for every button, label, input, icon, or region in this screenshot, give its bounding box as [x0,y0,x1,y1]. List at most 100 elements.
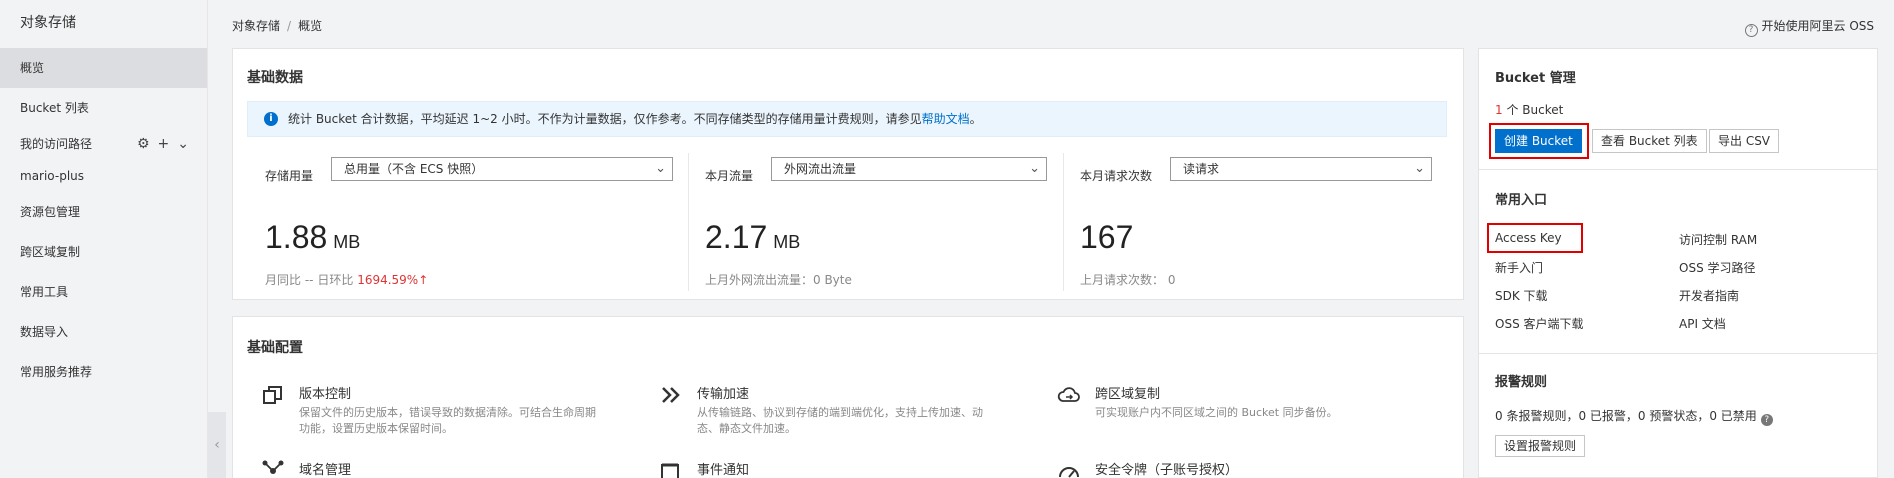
requests-label: 本月请求次数 [1080,169,1153,183]
section-divider [1479,353,1877,354]
gauge-icon [1059,467,1079,478]
network-nodes-icon [262,460,284,474]
export-csv-button[interactable]: 导出 CSV [1709,129,1780,153]
help-doc-link[interactable]: 帮助文档 [922,112,970,126]
alarm-summary: 0 条报警规则，0 已报警，0 预警状态，0 已禁用? [1495,407,1773,426]
metric-divider [1063,153,1064,291]
sidebar-item-overview[interactable]: 概览 [0,48,207,88]
traffic-type-select[interactable]: 外网流出流量 ⌄ [771,157,1047,181]
plus-icon[interactable]: + [158,136,170,152]
alarm-summary-text: 0 条报警规则，0 已报警，0 预警状态，0 已禁用 [1495,409,1757,423]
info-notice: i 统计 Bucket 合计数据，平均延迟 1~2 小时。不作为计量数据，仅作参… [247,101,1447,137]
traffic-number: 2.17 [705,219,768,255]
storage-value: 1.88 MB [265,219,360,256]
feature-event-notification[interactable]: 事件通知 [659,459,1049,478]
learning-path-link[interactable]: OSS 学习路径 [1679,259,1756,276]
storage-number: 1.88 [265,219,328,255]
feature-title: 跨区域复制 [1095,387,1161,402]
developer-guide-link[interactable]: 开发者指南 [1679,287,1739,304]
storage-select-value: 总用量（不含 ECS 快照） [344,162,484,176]
alarm-rules-title: 报警规则 [1495,375,1548,390]
set-alarm-rules-button[interactable]: 设置报警规则 [1495,435,1586,457]
get-started-link[interactable]: ? 开始使用阿里云 OSS [1744,17,1875,37]
bucket-count: 1 个 Bucket [1495,101,1563,118]
bucket-count-suffix: 个 Bucket [1502,103,1564,117]
feature-title: 事件通知 [697,463,750,478]
feature-domain-management[interactable]: 域名管理 [261,459,651,478]
notice-text: 统计 Bucket 合计数据，平均延迟 1~2 小时。不作为计量数据，仅作参考。… [288,112,922,126]
requests-value: 167 [1080,219,1133,256]
dod-value: 1694.59% [357,273,419,287]
traffic-label: 本月流量 [705,169,754,183]
common-entry-title: 常用入口 [1495,193,1548,208]
view-bucket-list-button[interactable]: 查看 Bucket 列表 [1592,129,1707,153]
feature-desc: 从传输链路、协议到存储的端到端优化，支持上传加速、动态、静态文件加速。 [697,406,983,435]
info-icon: i [264,112,278,126]
sidebar-item-bucket-list[interactable]: Bucket 列表 [0,88,207,128]
storage-type-select[interactable]: 总用量（不含 ECS 快照） ⌄ [331,157,673,181]
chevron-down-icon[interactable]: ⌄ [177,136,189,152]
yoy-label: 月同比 [265,273,302,287]
traffic-select-value: 外网流出流量 [784,162,857,176]
version-control-icon [263,386,282,404]
traffic-value: 2.17 MB [705,219,800,256]
basic-config-title: 基础配置 [247,340,303,356]
traffic-metric: 本月流量 外网流出流量 ⌄ 2.17 MB 上月外网流出流量：0 Byte [705,153,1065,287]
feature-title: 安全令牌（子账号授权） [1095,463,1239,478]
basic-data-title: 基础数据 [247,70,303,86]
api-docs-link[interactable]: API 文档 [1679,315,1726,332]
ram-link[interactable]: 访问控制 RAM [1679,231,1757,248]
storage-comparison: 月同比 -- 日环比 1694.59%↑ [265,271,428,288]
breadcrumb-current: 概览 [298,19,323,33]
sidebar-collapse-handle[interactable]: ‹ [208,412,226,478]
client-download-link[interactable]: OSS 客户端下载 [1495,315,1584,332]
gear-icon[interactable]: ⚙ [137,136,150,152]
chevron-down-icon: ⌄ [1029,161,1040,176]
sidebar-item-resource-packages[interactable]: 资源包管理 [0,192,207,232]
highlight-box [1487,223,1583,253]
request-type-select[interactable]: 读请求 ⌄ [1170,157,1432,181]
basic-config-card: 基础配置 版本控制 保留文件的历史版本，错误导致的数据清除。可结合生命周期功能，… [232,316,1464,478]
question-circle-icon: ? [1744,24,1758,37]
highlight-box [1489,123,1589,159]
sidebar-item-tools[interactable]: 常用工具 [0,272,207,312]
sidebar-item-label: 我的访问路径 [20,137,93,151]
double-chevron-right-icon [662,387,680,403]
sidebar-item-mario-plus[interactable]: mario-plus [0,156,207,196]
section-divider [1479,169,1877,170]
notice-end: 。 [969,112,982,126]
question-icon[interactable]: ? [1760,414,1773,426]
feature-security-token[interactable]: 安全令牌（子账号授权） [1057,459,1447,478]
sdk-download-link[interactable]: SDK 下载 [1495,287,1548,304]
chevron-down-icon: ⌄ [1414,161,1425,176]
feature-cross-region-replication[interactable]: 跨区域复制 可实现账户内不同区域之间的 Bucket 同步备份。 [1057,383,1447,443]
requests-last-month: 上月请求次数： 0 [1080,273,1176,287]
cloud-sync-icon [1057,387,1080,402]
topbar: 对象存储 / 概览 ? 开始使用阿里云 OSS [208,0,1894,48]
breadcrumb-root[interactable]: 对象存储 [232,19,280,33]
sidebar-item-recommended[interactable]: 常用服务推荐 [0,352,207,392]
arrow-up-icon: ↑ [418,273,429,287]
sidebar-title: 对象存储 [20,15,76,31]
feature-title: 传输加速 [697,387,750,402]
yoy-value: -- [304,273,314,287]
notification-icon [661,463,679,478]
traffic-unit: MB [773,232,801,252]
sidebar-item-cross-region[interactable]: 跨区域复制 [0,232,207,272]
feature-transfer-acceleration[interactable]: 传输加速 从传输链路、协议到存储的端到端优化，支持上传加速、动态、静态文件加速。 [659,383,1049,443]
storage-unit: MB [333,232,361,252]
feature-version-control[interactable]: 版本控制 保留文件的历史版本，错误导致的数据清除。可结合生命周期功能，设置历史版… [261,383,651,443]
bucket-mgmt-title: Bucket 管理 [1495,71,1576,86]
basic-data-card: 基础数据 i 统计 Bucket 合计数据，平均延迟 1~2 小时。不作为计量数… [232,48,1464,300]
get-started-label: 开始使用阿里云 OSS [1761,19,1875,33]
storage-label: 存储用量 [265,169,314,183]
sidebar-item-data-import[interactable]: 数据导入 [0,312,207,352]
dod-label: 日环比 [317,273,354,287]
getting-started-link[interactable]: 新手入门 [1495,259,1543,276]
bucket-count-number: 1 [1495,103,1503,117]
right-panel: Bucket 管理 1 个 Bucket 创建 Bucket 查看 Bucket… [1478,48,1878,478]
breadcrumb-separator: / [287,19,292,33]
chevron-left-icon: ‹ [214,437,220,453]
storage-metric: 存储用量 总用量（不含 ECS 快照） ⌄ 1.88 MB 月同比 -- 日环比 1… [265,153,675,287]
traffic-last-month: 上月外网流出流量：0 Byte [705,273,852,287]
